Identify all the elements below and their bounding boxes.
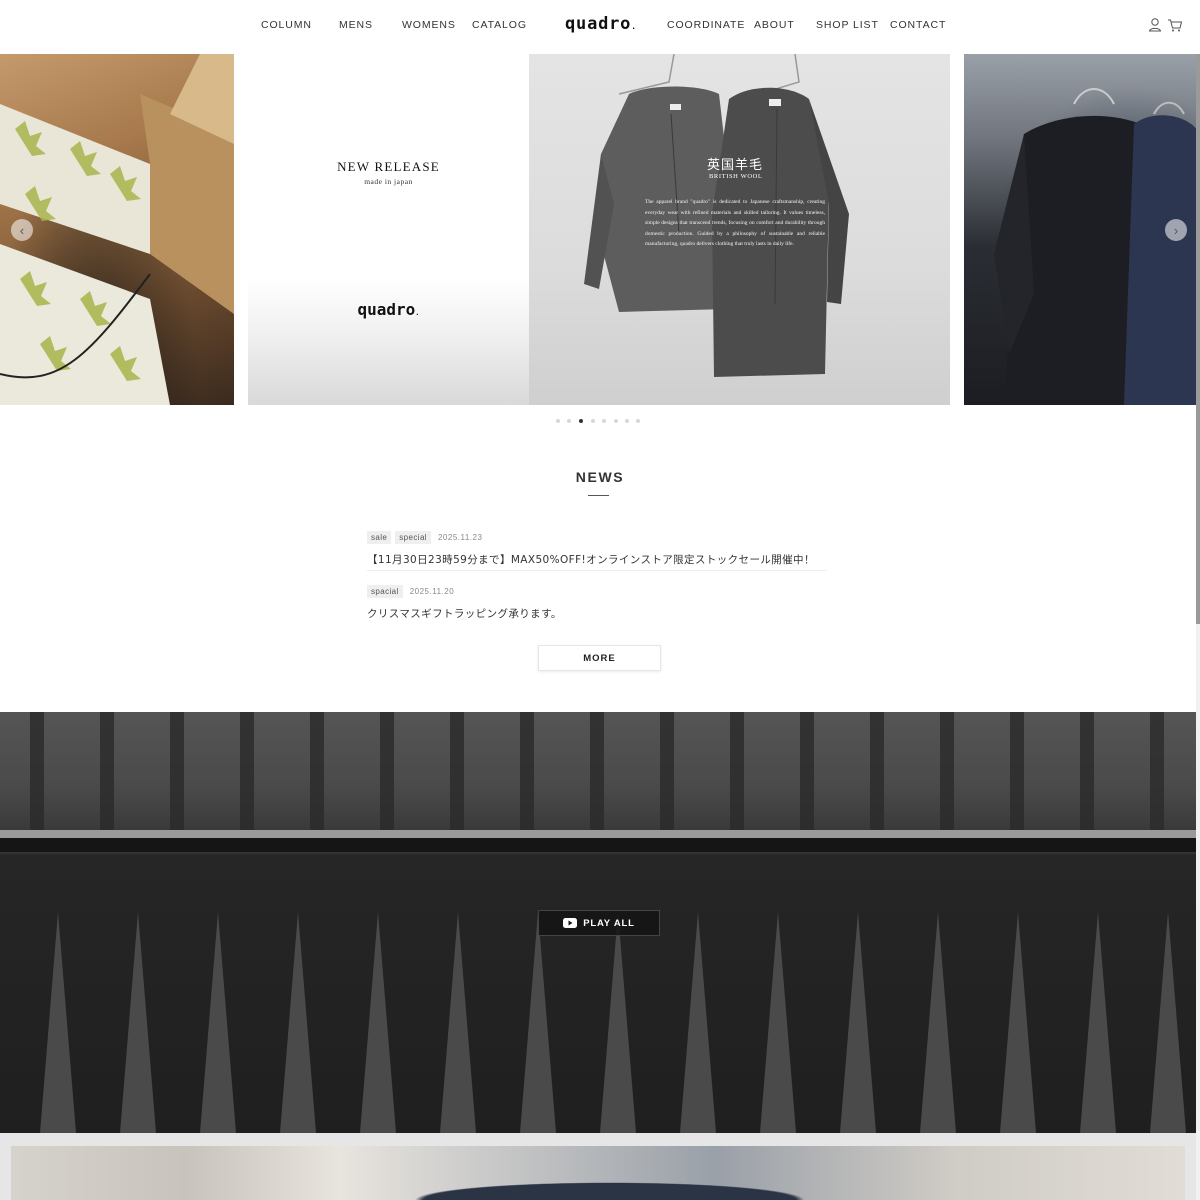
- slider-dot[interactable]: [567, 419, 571, 423]
- slider-dot[interactable]: [591, 419, 595, 423]
- nav-contact[interactable]: CONTACT: [890, 19, 946, 31]
- cart-icon[interactable]: [1167, 17, 1183, 33]
- news-title[interactable]: クリスマスギフトラッピング承ります。: [367, 606, 827, 621]
- slide-gift-wrapping[interactable]: [0, 54, 234, 405]
- page-scrollbar-thumb[interactable]: [1196, 54, 1200, 624]
- nav-mens[interactable]: MENS: [339, 19, 373, 31]
- nav-about[interactable]: ABOUT: [754, 19, 795, 31]
- gift-wrap-photo: [0, 54, 234, 405]
- nav-catalog[interactable]: CATALOG: [472, 19, 527, 31]
- slider-prev-button[interactable]: ‹: [11, 219, 33, 241]
- slider-dot-active[interactable]: [579, 419, 583, 423]
- release-title: NEW RELEASE: [337, 159, 440, 174]
- news-heading-rule: [588, 495, 609, 496]
- coat-english-title: BRITISH WOOL: [709, 173, 763, 180]
- news-heading: NEWS: [575, 469, 625, 485]
- release-logo-text: quadro: [357, 300, 416, 319]
- play-all-label: PLAY ALL: [583, 917, 635, 929]
- slider-next-button[interactable]: ›: [1165, 219, 1187, 241]
- coat-kanji-title: 英国羊毛: [707, 158, 764, 173]
- slider-dot[interactable]: [636, 419, 640, 423]
- release-logo: quadro.: [248, 300, 529, 319]
- logo-text: quadro: [565, 14, 632, 34]
- nav-shop-list[interactable]: SHOP LIST: [816, 19, 879, 31]
- site-logo[interactable]: quadro.: [565, 14, 637, 34]
- slide-new-release[interactable]: NEW RELEASE made in japan quadro. 英国羊毛 B…: [248, 54, 950, 405]
- youtube-play-icon: [563, 918, 578, 928]
- release-subtitle: made in japan: [364, 177, 413, 186]
- hero-slider: NEW RELEASE made in japan quadro. 英国羊毛 B…: [0, 54, 1200, 405]
- coat-description: The apparel brand "quadro" is dedicated …: [645, 199, 825, 247]
- chevron-left-icon: ‹: [19, 222, 25, 238]
- news-title[interactable]: 【11月30日23時59分まで】MAX50%OFF!オンラインストア限定ストック…: [367, 552, 827, 567]
- news-meta: spacial 2025.11.20: [367, 581, 827, 599]
- logo-dot: .: [631, 22, 637, 31]
- nav-coordinate[interactable]: COORDINATE: [667, 19, 745, 31]
- news-tag-special[interactable]: special: [395, 531, 431, 544]
- site-header: COLUMN MENS WOMENS CATALOG quadro. COORD…: [0, 0, 1200, 52]
- nav-column[interactable]: COLUMN: [261, 19, 312, 31]
- chevron-right-icon: ›: [1173, 222, 1179, 238]
- news-date: 2025.11.20: [409, 587, 455, 596]
- release-logo-dot: .: [415, 309, 420, 317]
- news-tag-sale[interactable]: sale: [367, 531, 392, 544]
- news-date: 2025.11.23: [437, 533, 483, 542]
- news-item[interactable]: sale special 2025.11.23 【11月30日23時59分まで】MA…: [367, 527, 827, 567]
- nav-womens[interactable]: WOMENS: [402, 19, 456, 31]
- new-release-panel: NEW RELEASE made in japan quadro.: [248, 54, 529, 405]
- next-section-photo[interactable]: [11, 1146, 1185, 1200]
- news-divider: [367, 570, 827, 571]
- news-item[interactable]: spacial 2025.11.20 クリスマスギフトラッピング承ります。: [367, 581, 827, 621]
- slider-dot[interactable]: [556, 419, 560, 423]
- slider-dot[interactable]: [625, 419, 629, 423]
- play-all-button[interactable]: PLAY ALL: [538, 910, 660, 936]
- slider-dot[interactable]: [614, 419, 618, 423]
- slider-dot[interactable]: [602, 419, 606, 423]
- coat-photo-panel: 英国羊毛 BRITISH WOOL The apparel brand "qua…: [529, 54, 950, 405]
- news-meta: sale special 2025.11.23: [367, 527, 827, 545]
- news-tag-spacial[interactable]: spacial: [367, 585, 403, 598]
- user-icon[interactable]: [1147, 17, 1163, 33]
- news-more-button[interactable]: MORE: [538, 645, 661, 671]
